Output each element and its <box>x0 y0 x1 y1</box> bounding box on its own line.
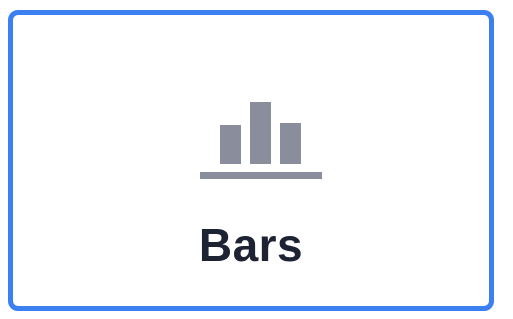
bar-chart-icon-bar-middle <box>250 102 271 164</box>
bar-chart-icon-bar-right <box>280 123 301 164</box>
bar-chart-icon-baseline <box>200 172 322 179</box>
bar-chart-icon-bar-left <box>220 125 241 164</box>
chart-type-label: Bars <box>198 219 304 271</box>
bar-chart-icon <box>200 102 322 179</box>
chart-type-option-bars[interactable]: Bars <box>8 10 494 311</box>
